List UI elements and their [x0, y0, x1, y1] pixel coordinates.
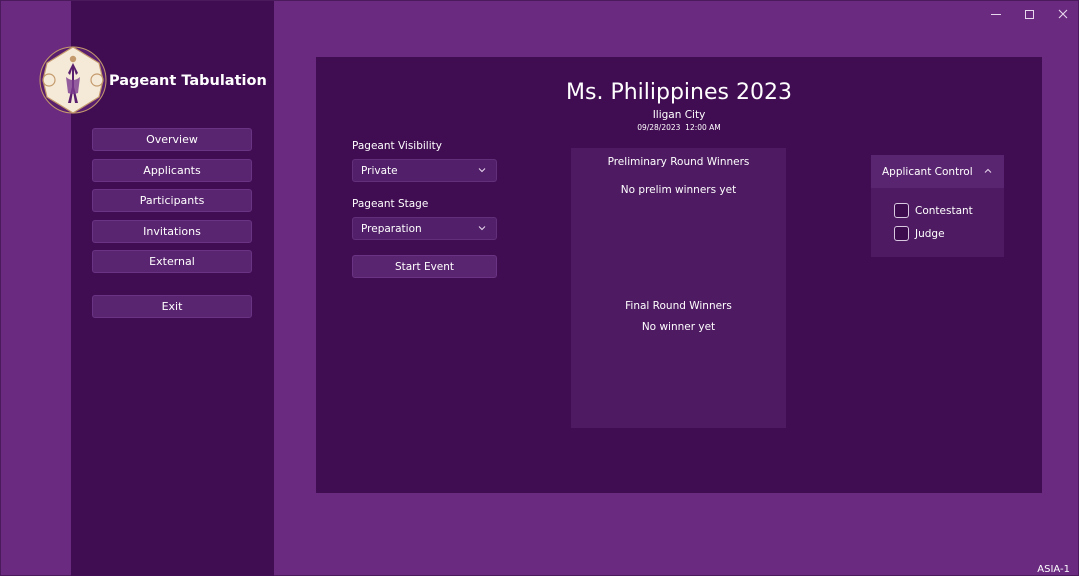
minimize-icon[interactable] [979, 5, 1013, 23]
chevron-up-icon [984, 168, 992, 173]
contestant-checkbox-row[interactable]: Contestant [894, 203, 973, 218]
applicant-control-panel: Applicant Control Contestant Judge [871, 155, 1004, 257]
close-icon[interactable] [1046, 5, 1079, 23]
pageant-logo-icon [39, 43, 107, 117]
judge-checkbox[interactable] [894, 226, 909, 241]
chevron-down-icon [478, 168, 486, 173]
nav-participants-button[interactable]: Participants [92, 189, 252, 212]
pageant-city: Iligan City [652, 109, 706, 121]
visibility-select[interactable]: Private [352, 159, 497, 182]
exit-button[interactable]: Exit [92, 295, 252, 318]
app-title: Pageant Tabulation [109, 73, 267, 89]
winners-panel: Preliminary Round Winners No prelim winn… [571, 148, 786, 428]
contestant-label: Contestant [915, 204, 973, 217]
maximize-icon[interactable] [1012, 5, 1046, 23]
nav-external-button[interactable]: External [92, 250, 252, 273]
final-winners-heading: Final Round Winners [625, 300, 732, 312]
judge-label: Judge [915, 227, 945, 240]
chevron-down-icon [478, 226, 486, 231]
stage-label: Pageant Stage [352, 198, 429, 210]
stage-value: Preparation [361, 222, 422, 235]
contestant-checkbox[interactable] [894, 203, 909, 218]
prelim-winners-empty: No prelim winners yet [620, 184, 737, 196]
final-winners-empty: No winner yet [641, 321, 716, 333]
pageant-title: Ms. Philippines 2023 [566, 80, 792, 105]
stage-select[interactable]: Preparation [352, 217, 497, 240]
visibility-label: Pageant Visibility [352, 140, 442, 152]
region-code: ASIA-1 [1037, 564, 1070, 575]
visibility-value: Private [361, 164, 398, 177]
nav-invitations-button[interactable]: Invitations [92, 220, 252, 243]
applicant-control-header[interactable]: Applicant Control [871, 155, 1004, 188]
prelim-winners-heading: Preliminary Round Winners [607, 156, 750, 168]
applicant-control-title: Applicant Control [882, 165, 973, 178]
nav-applicants-button[interactable]: Applicants [92, 159, 252, 182]
judge-checkbox-row[interactable]: Judge [894, 226, 945, 241]
pageant-datetime: 09/28/2023 12:00 AM [637, 123, 721, 132]
app-window: Pageant Tabulation Overview Applicants P… [0, 0, 1079, 576]
nav-overview-button[interactable]: Overview [92, 128, 252, 151]
main-panel: Ms. Philippines 2023 Iligan City 09/28/2… [316, 57, 1042, 493]
start-event-button[interactable]: Start Event [352, 255, 497, 278]
